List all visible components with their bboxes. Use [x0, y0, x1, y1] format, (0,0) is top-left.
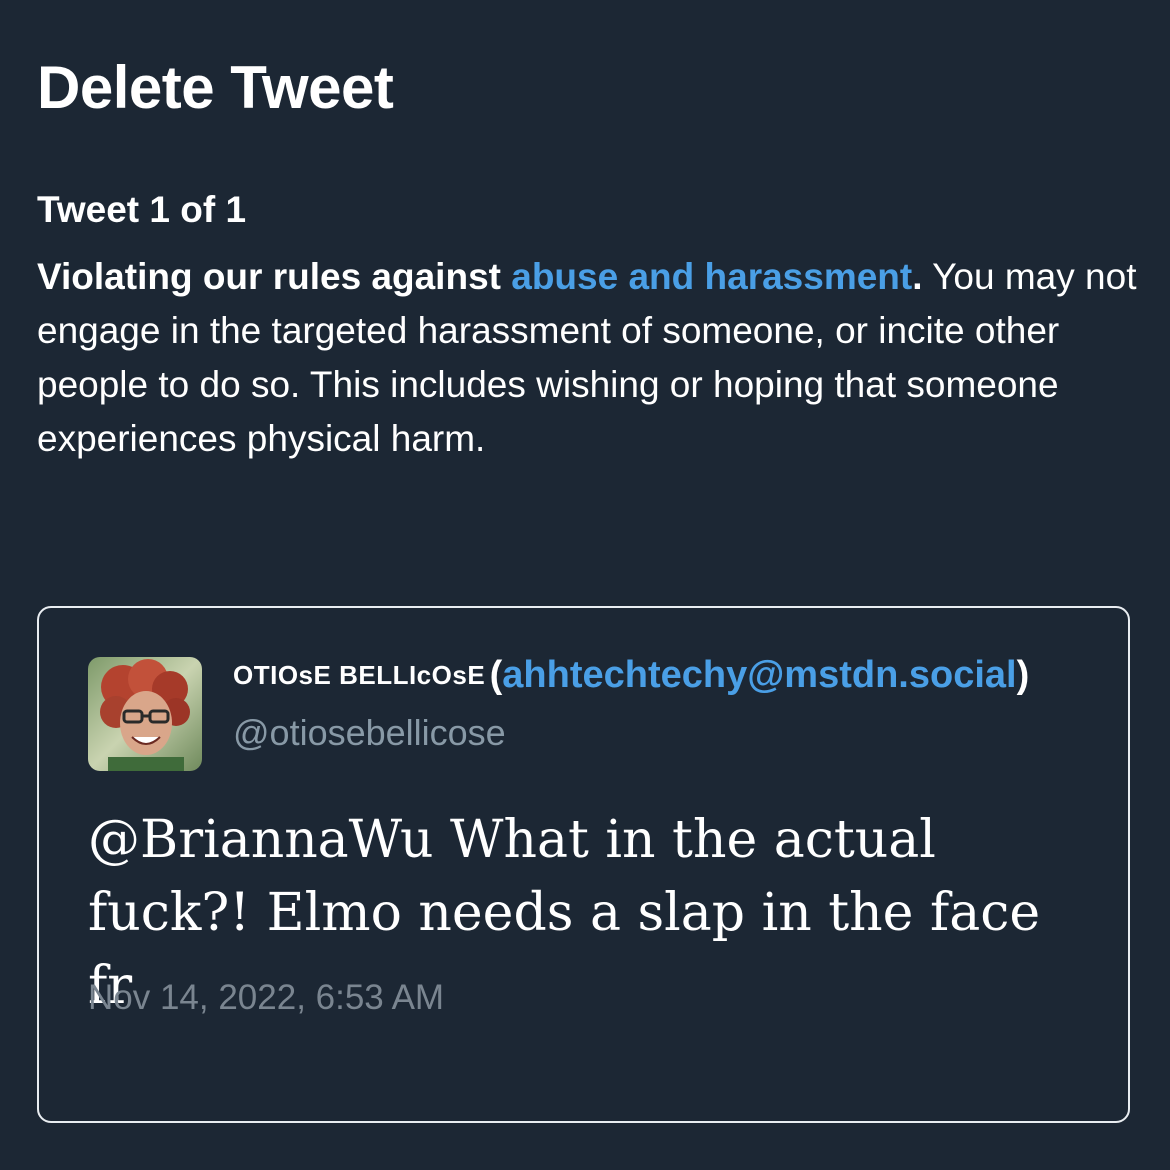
abuse-harassment-rule-link[interactable]: abuse and harassment — [511, 256, 912, 297]
tweet-count: Tweet 1 of 1 — [37, 189, 247, 230]
mastodon-handle-link[interactable]: ahhtechtechy@mstdn.social — [502, 654, 1016, 696]
page-title: Delete Tweet — [37, 54, 394, 121]
paren-open: ( — [489, 654, 503, 696]
violation-notice: Violating our rules against abuse and ha… — [37, 250, 1137, 466]
avatar — [88, 657, 202, 771]
profile-photo-icon — [88, 657, 202, 771]
author-handle: @otiosebellicose — [233, 712, 506, 753]
tweet-card: OTIOsE BELLIcOsE (ahhtechtechy@mstdn.soc… — [37, 606, 1130, 1123]
tweet-timestamp: Nov 14, 2022, 6:53 AM — [88, 978, 445, 1017]
violation-period: . — [912, 256, 923, 297]
display-name: OTIOsE BELLIcOsE — [233, 660, 486, 690]
violation-lead: Violating our rules against — [37, 256, 512, 297]
tweet-author: OTIOsE BELLIcOsE (ahhtechtechy@mstdn.soc… — [233, 654, 1029, 697]
paren-close: ) — [1016, 654, 1030, 696]
